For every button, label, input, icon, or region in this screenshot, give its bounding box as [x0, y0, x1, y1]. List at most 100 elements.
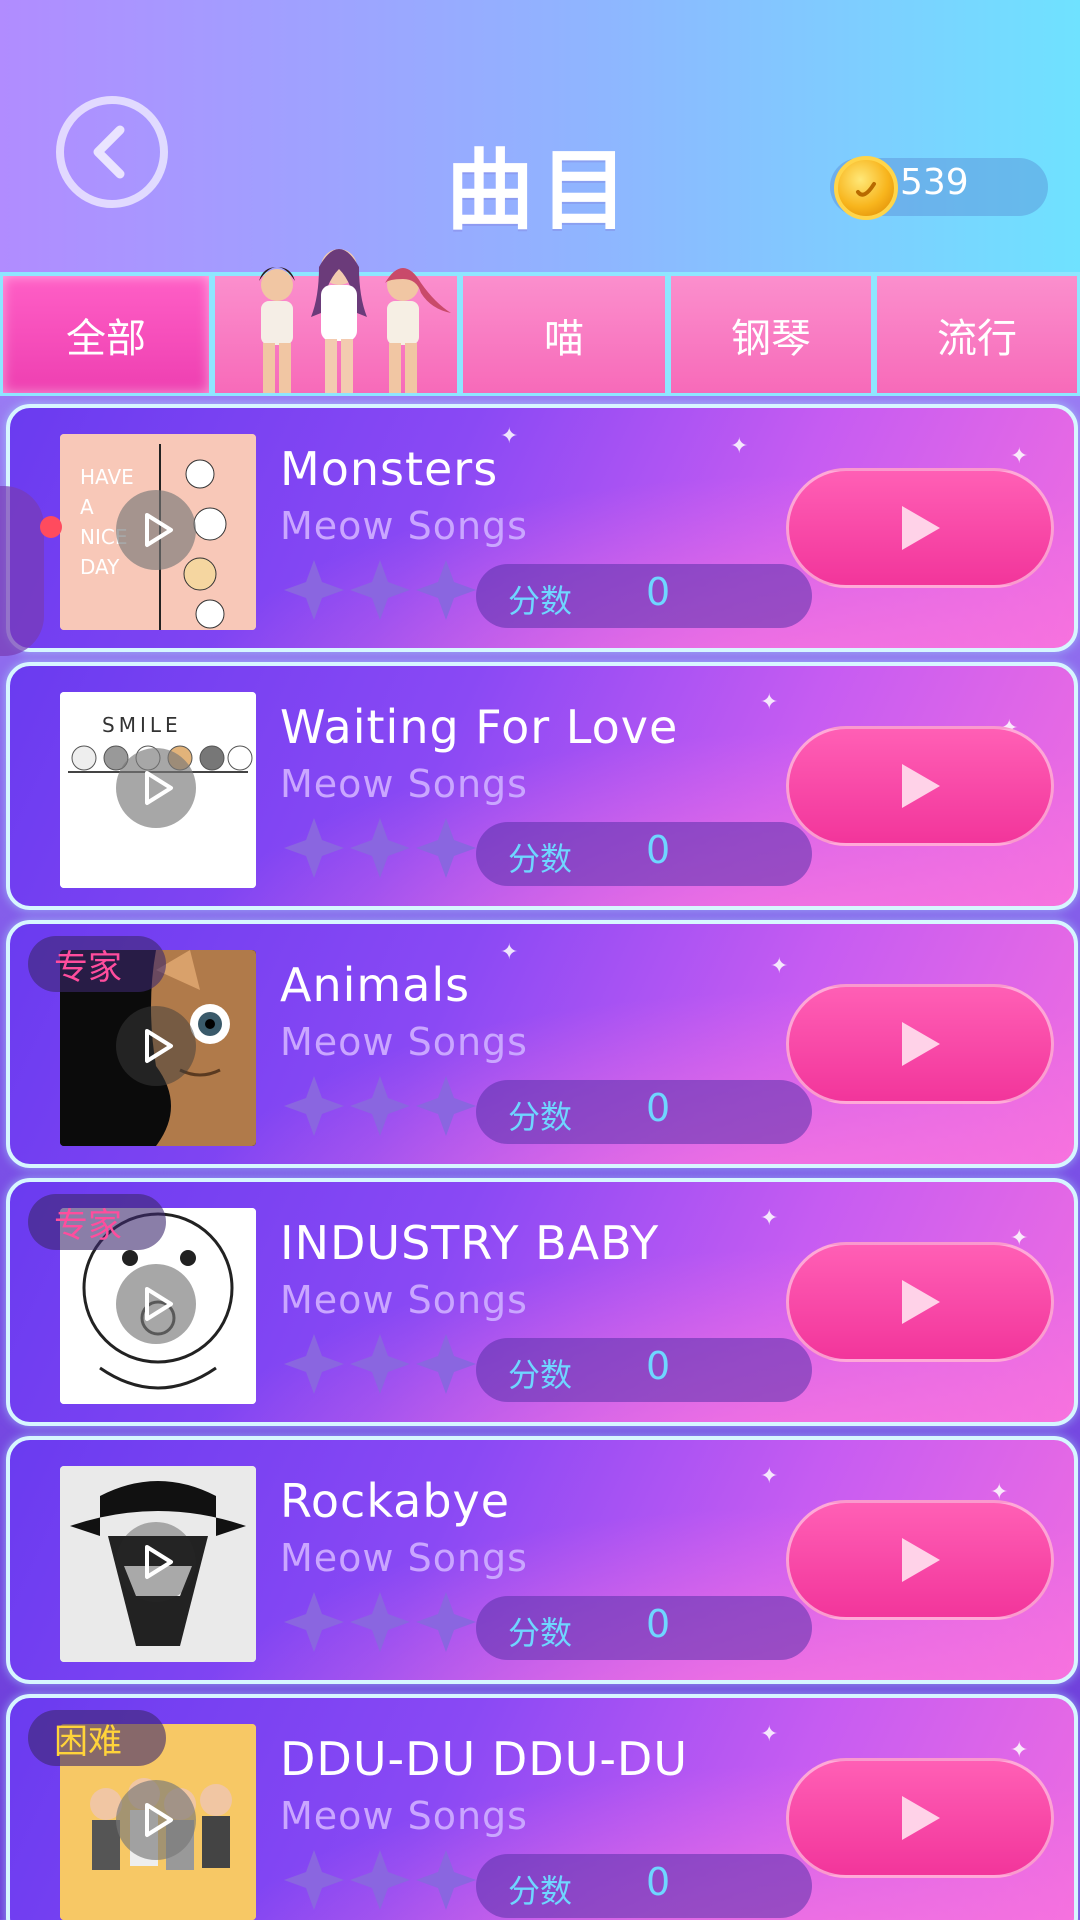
play-icon: [145, 1803, 173, 1837]
sparkle-icon: ✦: [1010, 444, 1029, 469]
song-artist: Meow Songs: [280, 1020, 528, 1064]
star-icon: [416, 1334, 476, 1394]
song-card[interactable]: ✦ ✦ 专家 INDUSTRY BABY Meow Songs 分数 0: [6, 1178, 1078, 1426]
sparkle-icon: ✦: [500, 424, 519, 449]
song-cover[interactable]: SMILE: [60, 692, 256, 888]
notification-dot: [40, 516, 62, 538]
preview-play-button[interactable]: [116, 490, 196, 570]
star-icon: [284, 1334, 344, 1394]
tab-featured[interactable]: [212, 249, 460, 396]
play-icon: [902, 1538, 940, 1582]
star-icon: [284, 1592, 344, 1652]
preview-play-button[interactable]: [116, 1522, 196, 1602]
star-icon: [350, 1592, 410, 1652]
star-icon: [284, 818, 344, 878]
song-cover[interactable]: HAVE A NICE DAY: [60, 434, 256, 630]
difficulty-badge: 专家: [28, 936, 166, 992]
tab-label: 钢琴: [731, 315, 811, 362]
star-icon: [350, 1850, 410, 1910]
star-rating: [282, 1848, 478, 1912]
score-label: 分数: [508, 1872, 573, 1910]
sparkle-icon: ✦: [760, 1206, 779, 1231]
star-icon: [416, 818, 476, 878]
tab-label: 喵: [544, 315, 584, 362]
difficulty-badge: 困难: [28, 1710, 166, 1766]
song-card[interactable]: ✦ ✦ Rockabye Meow Songs 分数 0: [6, 1436, 1078, 1684]
preview-play-button[interactable]: [116, 748, 196, 828]
preview-play-button[interactable]: [116, 1780, 196, 1860]
preview-play-button[interactable]: [116, 1264, 196, 1344]
song-title: INDUSTRY BABY: [280, 1216, 660, 1270]
song-card[interactable]: ✦ ✦ 困难 DDU-DU DDU-DU Meow Songs 分数 0: [6, 1694, 1078, 1920]
play-song-button[interactable]: [786, 1242, 1054, 1362]
star-rating: [282, 1332, 478, 1396]
tab-piano[interactable]: 钢琴: [668, 272, 874, 396]
tab-all[interactable]: 全部: [0, 272, 212, 396]
star-rating: [282, 1074, 478, 1138]
score-label: 分数: [508, 1356, 573, 1394]
song-title: Monsters: [280, 442, 499, 496]
play-icon: [145, 1029, 173, 1063]
sparkle-icon: ✦: [760, 1722, 779, 1747]
sparkle-icon: ✦: [730, 434, 749, 459]
difficulty-badge: 专家: [28, 1194, 166, 1250]
song-title: Waiting For Love: [280, 700, 679, 754]
play-song-button[interactable]: [786, 726, 1054, 846]
score-value: 0: [646, 1602, 671, 1646]
star-icon: [416, 1850, 476, 1910]
song-card[interactable]: ✦ ✦ ✦ HAVE A NICE DAY Monsters Meow Song…: [6, 404, 1078, 652]
score-label: 分数: [508, 1614, 573, 1652]
preview-play-button[interactable]: [116, 1006, 196, 1086]
svg-text:A: A: [80, 495, 94, 519]
play-icon: [902, 1796, 940, 1840]
score-value: 0: [646, 828, 671, 872]
star-icon: [284, 560, 344, 620]
score-label: 分数: [508, 582, 573, 620]
play-icon: [902, 506, 940, 550]
star-icon: [416, 1592, 476, 1652]
play-icon: [902, 1280, 940, 1324]
category-tabs: 全部 喵 钢琴 流行: [0, 249, 1080, 396]
coin-icon: [834, 156, 898, 220]
play-song-button[interactable]: [786, 984, 1054, 1104]
song-title: Animals: [280, 958, 471, 1012]
svg-text:SMILE: SMILE: [102, 713, 182, 737]
song-artist: Meow Songs: [280, 504, 528, 548]
sparkle-icon: ✦: [500, 940, 519, 965]
score-value: 0: [646, 1344, 671, 1388]
star-icon: [284, 1076, 344, 1136]
sparkle-icon: ✦: [1010, 1738, 1029, 1763]
tab-label: 全部: [66, 315, 146, 362]
score-value: 0: [646, 1086, 671, 1130]
play-song-button[interactable]: [786, 468, 1054, 588]
sparkle-icon: ✦: [760, 1464, 779, 1489]
star-rating: [282, 816, 478, 880]
play-icon: [145, 1545, 173, 1579]
header-bar: 曲目 539: [0, 0, 1080, 280]
play-song-button[interactable]: [786, 1758, 1054, 1878]
star-icon: [284, 1850, 344, 1910]
song-cover[interactable]: [60, 1466, 256, 1662]
play-icon: [145, 1287, 173, 1321]
score-value: 0: [646, 570, 671, 614]
tab-pop[interactable]: 流行: [874, 272, 1080, 396]
svg-text:DAY: DAY: [80, 555, 120, 579]
star-icon: [350, 818, 410, 878]
girl-group-illustration: [259, 249, 451, 393]
coin-count: 539: [900, 162, 969, 203]
side-drawer-handle[interactable]: [0, 486, 44, 656]
song-card[interactable]: ✦ ✦ SMILE Waiting For Love Meow Songs: [6, 662, 1078, 910]
song-title: DDU-DU DDU-DU: [280, 1732, 689, 1786]
score-label: 分数: [508, 840, 573, 878]
play-icon: [145, 513, 173, 547]
star-icon: [350, 560, 410, 620]
song-title: Rockabye: [280, 1474, 511, 1528]
play-icon: [145, 771, 173, 805]
song-card[interactable]: ✦ ✦ 专家 Animals Meow Songs 分数 0: [6, 920, 1078, 1168]
sparkle-icon: ✦: [760, 690, 779, 715]
star-icon: [350, 1334, 410, 1394]
tab-meow[interactable]: 喵: [460, 272, 668, 396]
play-song-button[interactable]: [786, 1500, 1054, 1620]
song-artist: Meow Songs: [280, 1794, 528, 1838]
star-icon: [350, 1076, 410, 1136]
